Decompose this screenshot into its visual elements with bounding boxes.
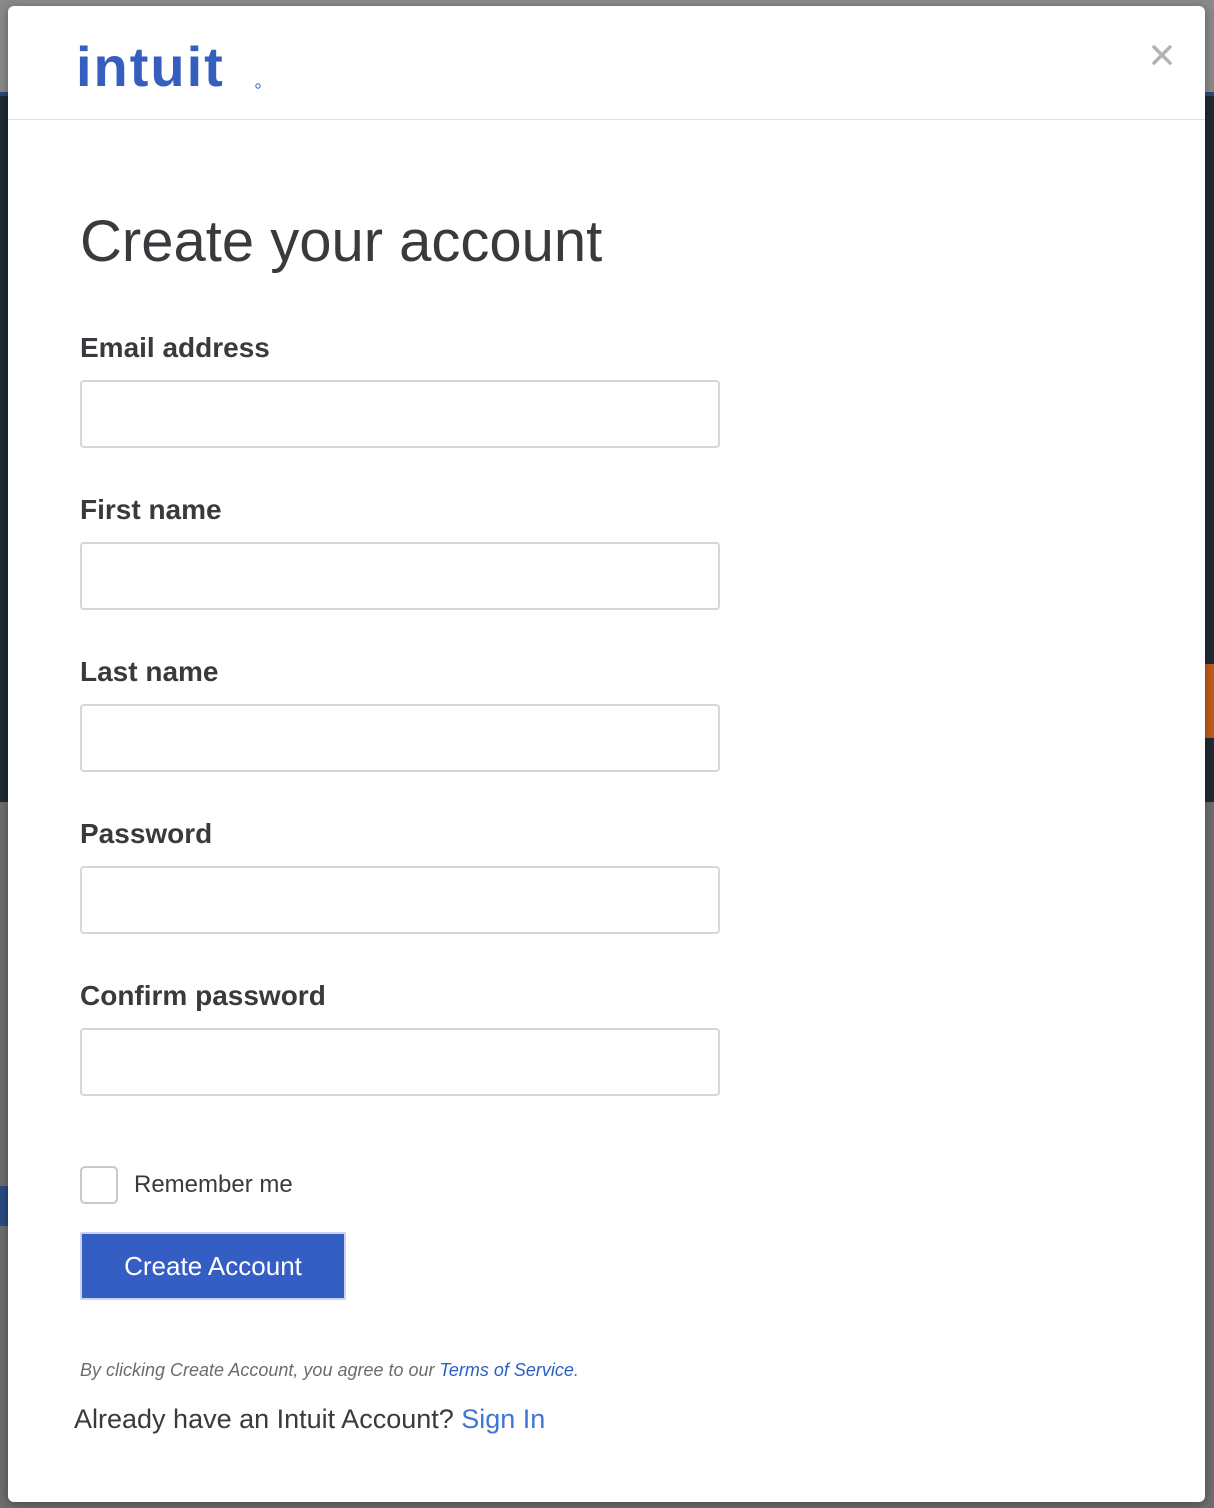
email-label: Email address: [80, 332, 270, 363]
sign-in-prompt: Already have an Intuit Account? Sign In: [74, 1404, 545, 1435]
password-label: Password: [80, 818, 213, 849]
create-account-modal: intuit Create your account Email address…: [8, 6, 1205, 1502]
email-input[interactable]: [80, 380, 720, 448]
terms-of-service-link[interactable]: Terms of Service: [440, 1360, 574, 1380]
first-name-label: First name: [80, 494, 222, 525]
modal-header: intuit: [8, 6, 1205, 120]
password-field-group: Password: [80, 818, 720, 934]
sign-in-prompt-text: Already have an Intuit Account?: [74, 1404, 462, 1434]
close-icon: [1152, 45, 1172, 65]
intuit-logo: intuit: [76, 34, 266, 98]
last-name-label: Last name: [80, 656, 219, 687]
confirm-password-field-group: Confirm password: [80, 980, 720, 1096]
password-input[interactable]: [80, 866, 720, 934]
terms-notice: By clicking Create Account, you agree to…: [80, 1360, 579, 1381]
close-button[interactable]: [1149, 42, 1175, 68]
confirm-password-input[interactable]: [80, 1028, 720, 1096]
first-name-field-group: First name: [80, 494, 720, 610]
email-field-group: Email address: [80, 332, 720, 448]
create-account-button[interactable]: Create Account: [80, 1232, 346, 1300]
terms-suffix: .: [573, 1360, 579, 1380]
sign-in-link[interactable]: Sign In: [461, 1404, 545, 1434]
logo-text: intuit: [76, 35, 225, 98]
last-name-field-group: Last name: [80, 656, 720, 772]
confirm-password-label: Confirm password: [80, 980, 326, 1011]
remember-me-label[interactable]: Remember me: [134, 1171, 293, 1199]
page-title: Create your account: [80, 209, 603, 274]
remember-me-row: Remember me: [80, 1166, 293, 1204]
remember-me-checkbox[interactable]: [80, 1166, 118, 1204]
last-name-input[interactable]: [80, 704, 720, 772]
terms-prefix: By clicking Create Account, you agree to…: [80, 1360, 440, 1380]
first-name-input[interactable]: [80, 542, 720, 610]
